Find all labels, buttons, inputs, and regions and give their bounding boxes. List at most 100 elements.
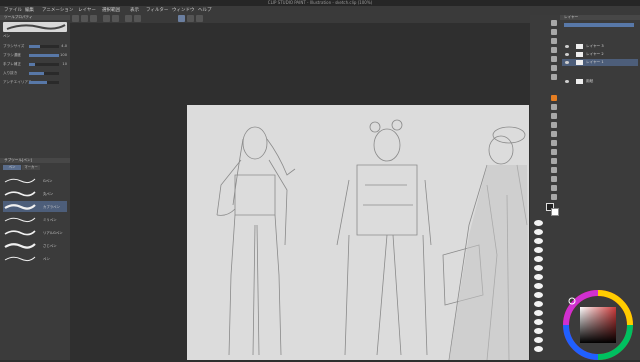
brush-density-slider[interactable] (29, 53, 59, 57)
prop-label: ブラシ濃度 (3, 53, 21, 57)
brush-name: 丸ペン (43, 192, 54, 196)
undo-icon[interactable] (103, 15, 110, 22)
color-swatch[interactable] (534, 328, 543, 334)
color-swatch[interactable] (534, 301, 543, 307)
opacity-slider[interactable] (564, 23, 634, 27)
grid-snap-icon[interactable] (196, 15, 203, 22)
opacity-fill (564, 23, 634, 27)
balloon-icon[interactable] (551, 194, 557, 200)
menu-view[interactable]: 表示 (130, 7, 139, 14)
brush-icon[interactable] (551, 113, 557, 119)
open-icon[interactable] (81, 15, 88, 22)
ruler-snap-icon[interactable] (187, 15, 194, 22)
color-swatch[interactable] (534, 310, 543, 316)
figure-icon[interactable] (551, 176, 557, 182)
stabilization-slider[interactable] (29, 62, 59, 66)
antialias-slider[interactable] (29, 80, 59, 84)
brush-item[interactable]: Gペン (3, 175, 67, 186)
menu-help[interactable]: ヘルプ (198, 7, 212, 14)
eye-icon[interactable] (565, 80, 569, 83)
start-end-slider[interactable] (29, 71, 59, 75)
brush-item[interactable]: カブラペン (3, 201, 67, 212)
menu-selection[interactable]: 選択範囲 (102, 7, 120, 14)
menu-file[interactable]: ファイル (4, 7, 22, 14)
save-icon[interactable] (90, 15, 97, 22)
gradient-icon[interactable] (551, 167, 557, 173)
drawing-canvas[interactable] (187, 105, 529, 361)
color-swatch[interactable] (534, 292, 543, 298)
prop-start-end[interactable]: 入り抜き (3, 70, 67, 76)
brush-item[interactable]: ミリペン (3, 214, 67, 225)
brush-preview (3, 22, 67, 32)
menu-edit[interactable]: 編集 (25, 7, 34, 14)
layer-row[interactable]: レイヤー 2 (562, 51, 638, 58)
color-swatch[interactable] (534, 283, 543, 289)
color-swatch[interactable] (534, 247, 543, 253)
brush-item[interactable]: ペン (3, 253, 67, 264)
menu-animation[interactable]: アニメーション (42, 7, 73, 14)
selection-icon[interactable] (551, 56, 557, 62)
menu-window[interactable]: ウィンドウ (172, 7, 195, 14)
color-swatch[interactable] (534, 319, 543, 325)
eraser-icon[interactable] (551, 140, 557, 146)
color-swatch[interactable] (534, 229, 543, 235)
sub-color-chip[interactable] (551, 208, 559, 216)
new-icon[interactable] (72, 15, 79, 22)
brush-item[interactable]: さじペン (3, 240, 67, 251)
color-swatch[interactable] (534, 256, 543, 262)
lasso-icon[interactable] (551, 65, 557, 71)
pencil-icon[interactable] (551, 104, 557, 110)
layer-row[interactable]: レイヤー 3 (562, 43, 638, 50)
snap-icon[interactable] (178, 15, 185, 22)
prop-stabilization[interactable]: 手ブレ補正 10 (3, 61, 67, 67)
brush-item[interactable]: リアルGペン (3, 227, 67, 238)
fill-icon[interactable] (551, 158, 557, 164)
prop-value: 10 (62, 62, 67, 66)
layer-row-paper[interactable]: 用紙 (562, 78, 638, 85)
menu-filter[interactable]: フィルター (146, 7, 168, 14)
operation-icon[interactable] (551, 38, 557, 44)
color-swatch[interactable] (534, 274, 543, 280)
pen-icon[interactable] (551, 95, 557, 101)
color-swatch[interactable] (534, 220, 543, 226)
tab-marker[interactable]: マーカー (22, 165, 40, 170)
prop-label: ブラシサイズ (3, 44, 25, 48)
menu-layer[interactable]: レイヤー (78, 7, 96, 14)
airbrush-icon[interactable] (551, 122, 557, 128)
brush-stroke-icon (4, 230, 36, 236)
prop-brush-density[interactable]: ブラシ濃度 100 (3, 52, 67, 58)
color-swatch[interactable] (534, 337, 543, 343)
eye-icon[interactable] (565, 45, 569, 48)
prop-antialias[interactable]: アンチエイリアス (3, 79, 67, 85)
brush-item[interactable]: 丸ペン (3, 188, 67, 199)
prop-label: アンチエイリアス (3, 80, 32, 84)
decoration-icon[interactable] (551, 131, 557, 137)
move-layer-icon[interactable] (551, 47, 557, 53)
brush-name: リアルGペン (43, 231, 63, 235)
brush-stroke-icon (4, 191, 36, 197)
text-icon[interactable] (551, 185, 557, 191)
move-icon[interactable] (551, 29, 557, 35)
eyedropper-icon[interactable] (551, 74, 557, 80)
prop-label: 入り抜き (3, 71, 18, 75)
eye-icon[interactable] (565, 53, 569, 56)
eye-icon[interactable] (565, 61, 569, 64)
brush-stroke-icon (4, 217, 36, 223)
color-swatch[interactable] (534, 238, 543, 244)
prop-brush-size[interactable]: ブラシサイズ 4.0 (3, 43, 67, 49)
redo-icon[interactable] (112, 15, 119, 22)
slider-fill (29, 44, 40, 48)
layer-title: レイヤー (564, 15, 579, 19)
color-swatch[interactable] (534, 265, 543, 271)
layer-row-selected[interactable]: レイヤー 1 (562, 59, 638, 66)
clear-icon[interactable] (125, 15, 132, 22)
brush-size-slider[interactable] (29, 44, 59, 48)
layer-header: レイヤー (560, 15, 640, 20)
transform-icon[interactable] (134, 15, 141, 22)
color-wheel[interactable] (560, 285, 640, 360)
tab-pen[interactable]: ペン (3, 165, 21, 170)
blend-icon[interactable] (551, 149, 557, 155)
color-swatch[interactable] (534, 346, 543, 352)
zoom-icon[interactable] (551, 20, 557, 26)
brush-name: ペン (43, 257, 50, 261)
